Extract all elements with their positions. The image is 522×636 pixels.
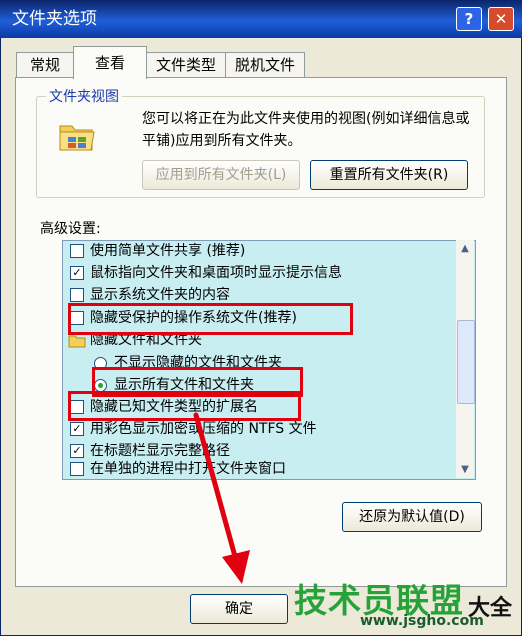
watermark-url: www.jsgho.com	[360, 613, 484, 629]
folder-icon	[68, 335, 86, 348]
highlight-box	[68, 391, 301, 421]
close-button[interactable]: ✕	[488, 7, 514, 31]
window-title: 文件夹选项	[12, 9, 97, 29]
ok-button[interactable]: 确定	[190, 594, 288, 624]
checkbox[interactable]: ✓	[70, 444, 84, 458]
scroll-down-icon[interactable]: ▼	[456, 461, 474, 478]
checkbox[interactable]: ✓	[70, 266, 84, 280]
help-button[interactable]: ?	[456, 7, 482, 31]
scroll-up-icon[interactable]: ▲	[456, 240, 474, 257]
tab-offline-files[interactable]: 脱机文件	[225, 52, 305, 77]
tab-general[interactable]: 常规	[16, 52, 74, 77]
scroll-thumb[interactable]	[457, 320, 475, 404]
folder-views-label: 文件夹视图	[46, 86, 122, 106]
checkbox[interactable]	[70, 244, 84, 258]
checkbox[interactable]	[70, 288, 84, 302]
tab-file-types[interactable]: 文件类型	[146, 52, 226, 77]
watermark-suffix: 大全	[468, 596, 513, 621]
restore-defaults-button[interactable]: 还原为默认值(D)	[342, 502, 482, 532]
reset-all-folders-button[interactable]: 重置所有文件夹(R)	[310, 160, 468, 190]
checkbox[interactable]: ✓	[70, 422, 84, 436]
folder-views-description: 您可以将正在为此文件夹使用的视图(例如详细信息或平铺)应用到所有文件夹。	[142, 111, 470, 149]
apply-to-all-folders-button[interactable]: 应用到所有文件夹(L)	[142, 160, 300, 190]
folder-view-icon	[59, 125, 95, 151]
title-bar[interactable]: 文件夹选项 ? ✕	[0, 0, 522, 38]
checkbox[interactable]	[70, 462, 84, 476]
list-scrollbar[interactable]: ▲ ▼	[456, 240, 475, 478]
advanced-settings-label: 高级设置:	[40, 221, 101, 237]
tab-view[interactable]: 查看	[73, 46, 147, 79]
highlight-box	[68, 303, 353, 335]
